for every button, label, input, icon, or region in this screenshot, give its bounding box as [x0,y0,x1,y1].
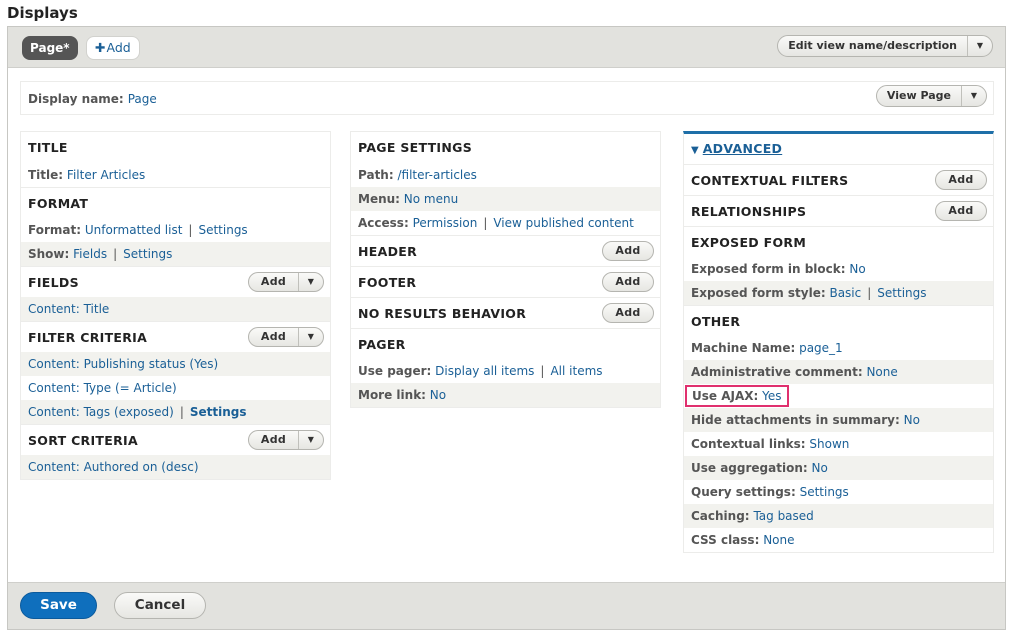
column-basic: TITLE Title: Filter Articles FORMAT Form… [20,131,331,480]
other-row-caching: Caching: Tag based [684,504,993,528]
edit-view-dropdown-icon[interactable]: ▼ [968,36,992,56]
section-contextual-filters-heading: CONTEXTUAL FILTERS Add [684,164,993,195]
pager-items-link[interactable]: All items [550,364,602,378]
advanced-toggle[interactable]: ▼ ADVANCED [684,134,993,164]
path-link[interactable]: /filter-articles [397,168,476,182]
format-link[interactable]: Unformatted list [85,223,183,237]
show-link[interactable]: Fields [73,247,107,261]
menu-row: Menu: No menu [351,187,660,211]
plus-icon: ✚ [95,40,106,55]
more-link-row: More link: No [351,383,660,407]
sort-item: Content: Authored on (desc) [21,455,330,479]
title-row: Title: Filter Articles [28,168,146,182]
section-title-heading: TITLE [28,140,68,155]
section-header-heading: HEADER Add [351,235,660,266]
other-row-contextual-links: Contextual links: Shown [691,437,850,451]
display-tabs-bar: Page* ✚Add Edit view name/description ▼ [8,27,1005,68]
filter-add-split-button: Add ▼ [248,327,324,347]
other-row-css-class: CSS class: None [691,533,795,547]
section-pager-heading: PAGER [351,328,660,359]
form-actions-bar: Save Cancel [8,582,1005,629]
tags-settings-link[interactable]: Settings [190,405,247,419]
tab-page[interactable]: Page* [22,36,78,60]
edit-view-split-button: Edit view name/description ▼ [777,35,993,57]
format-row: Format: Unformatted list | Settings [28,223,248,237]
show-row: Show: Fields | Settings [21,242,330,266]
other-row-admin-comment: Administrative comment: None [684,360,993,384]
view-page-dropdown-icon[interactable]: ▼ [962,86,986,106]
path-row: Path: /filter-articles [358,168,477,182]
other-row-use-aggregation: Use aggregation: No [684,456,993,480]
fields-dropdown-icon[interactable]: ▼ [299,273,323,291]
section-fields-heading: FIELDS Add ▼ [21,266,330,297]
other-row-hide-attachments: Hide attachments in summary: No [684,408,993,432]
section-sort-criteria-heading: SORT CRITERIA Add ▼ [21,424,330,455]
title-link[interactable]: Filter Articles [67,168,145,182]
filter-add-button[interactable]: Add [249,328,299,346]
use-ajax-highlight: Use AJAX: Yes [685,385,789,407]
fields-add-split-button: Add ▼ [248,272,324,292]
section-page-settings-heading: PAGE SETTINGS [358,140,472,155]
fields-add-button[interactable]: Add [249,273,299,291]
exposed-style-link[interactable]: Basic [829,286,861,300]
display-name-label: Display name: Page [28,92,157,106]
use-pager-row: Use pager: Display all items | All items [358,364,603,378]
no-results-add-button[interactable]: Add [602,303,654,323]
filter-item: Content: Type (= Article) [28,381,177,395]
access-detail-link[interactable]: View published content [493,216,633,230]
menu-link[interactable]: No menu [404,192,458,206]
contextual-filters-add-button[interactable]: Add [935,170,987,190]
display-name-bar: Display name: Page [20,81,994,115]
section-filter-criteria-heading: FILTER CRITERIA Add ▼ [21,321,330,352]
column-page-settings: PAGE SETTINGS Path: /filter-articles Men… [350,131,661,408]
show-settings-link[interactable]: Settings [123,247,172,261]
save-button[interactable]: Save [20,592,97,619]
section-footer-heading: FOOTER Add [351,266,660,297]
other-row-use-ajax: Use AJAX: Yes [684,384,993,408]
filter-item: Content: Tags (exposed) | Settings [21,400,330,424]
format-settings-link[interactable]: Settings [198,223,247,237]
exposed-in-block-row: Exposed form in block: No [691,262,866,276]
footer-add-button[interactable]: Add [602,272,654,292]
sort-dropdown-icon[interactable]: ▼ [299,431,323,449]
relationships-add-button[interactable]: Add [935,201,987,221]
use-pager-link[interactable]: Display all items [435,364,534,378]
exposed-style-settings-link[interactable]: Settings [877,286,926,300]
section-relationships-heading: RELATIONSHIPS Add [684,195,993,226]
edit-view-name-button[interactable]: Edit view name/description [778,36,968,56]
section-format-heading: FORMAT [21,187,330,218]
displays-frame: Page* ✚Add Edit view name/description ▼ … [7,26,1006,630]
other-row-query-settings: Query settings: Settings [691,485,849,499]
display-name-link[interactable]: Page [128,92,157,106]
page-heading: Displays [7,4,78,22]
section-no-results-heading: NO RESULTS BEHAVIOR Add [351,297,660,328]
cancel-button[interactable]: Cancel [114,592,206,619]
view-page-split-button: View Page ▼ [875,85,987,107]
section-other-heading: OTHER [684,305,993,336]
filter-dropdown-icon[interactable]: ▼ [299,328,323,346]
add-display-button[interactable]: ✚Add [86,36,140,60]
other-row-machine-name: Machine Name: page_1 [691,341,843,355]
exposed-style-row: Exposed form style: Basic | Settings [684,281,993,305]
view-page-button[interactable]: View Page [877,86,962,106]
field-item: Content: Title [21,297,330,321]
sort-add-split-button: Add ▼ [248,430,324,450]
column-advanced: ▼ ADVANCED CONTEXTUAL FILTERS Add RELATION… [683,131,994,553]
exposed-in-block-link[interactable]: No [849,262,865,276]
filter-item: Content: Publishing status (Yes) [21,352,330,376]
sort-add-button[interactable]: Add [249,431,299,449]
header-add-button[interactable]: Add [602,241,654,261]
access-link[interactable]: Permission [413,216,478,230]
access-row: Access: Permission | View published conten… [358,216,634,230]
advanced-label: ADVANCED [702,141,783,156]
add-display-label: Add [106,40,131,55]
triangle-down-icon: ▼ [691,145,699,156]
section-exposed-form-heading: EXPOSED FORM [684,226,993,257]
more-link-link[interactable]: No [430,388,446,402]
